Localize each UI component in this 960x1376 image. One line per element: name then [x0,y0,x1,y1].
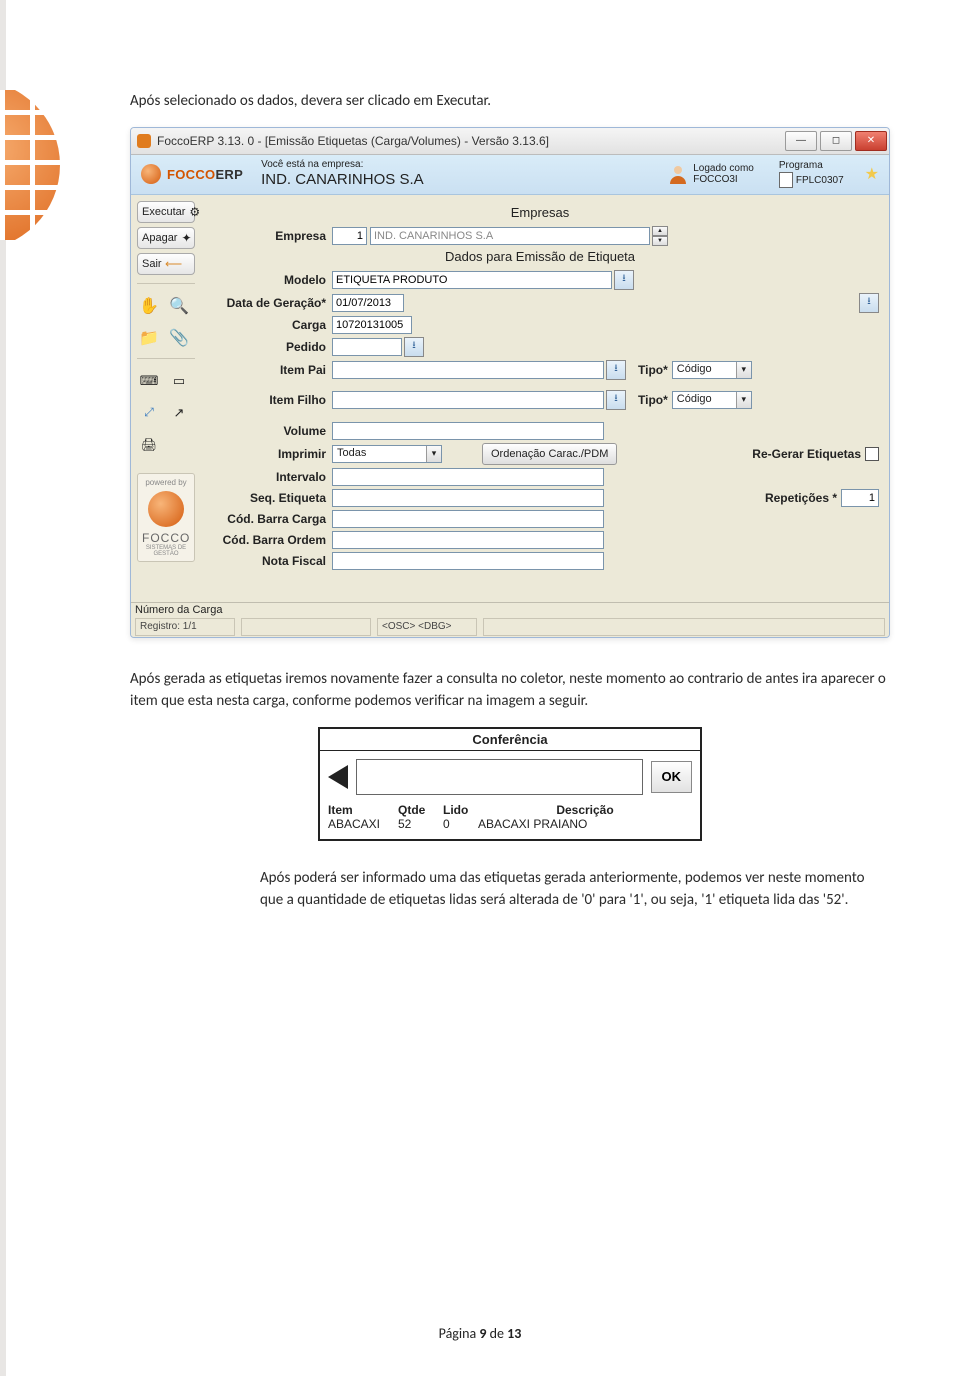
run-icon: ⚙ [189,204,200,220]
focco-logo-icon [148,491,184,527]
favorite-icon[interactable]: ★ [865,164,879,184]
empresa-num-input[interactable] [332,227,367,245]
ok-button[interactable]: OK [651,761,693,793]
close-button[interactable]: ✕ [855,131,887,151]
titlebar: FoccoERP 3.13. 0 - [Emissão Etiquetas (C… [131,128,889,155]
company-info: Você está na empresa: IND. CANARINHOS S.… [261,159,424,190]
section-empresas: Empresas [201,205,879,220]
app-header: FOCCOERP Você está na empresa: IND. CANA… [131,155,889,195]
minimize-button[interactable]: — [785,131,817,151]
document-icon [779,172,793,188]
back-arrow-icon: ⟵ [166,256,182,272]
volume-input[interactable] [332,422,604,440]
window-icon[interactable]: ▭ [167,369,191,393]
status-bar: Número da Carga Registro: 1/1 <OSC> <DBG… [131,602,889,637]
lookup-item-pai-button[interactable]: ⭳ [606,360,626,380]
empresa-nome-input[interactable] [370,227,650,245]
cod-barra-ordem-input[interactable] [332,531,604,549]
powered-by-card: powered by FOCCO SISTEMAS DE GESTÃO [137,473,195,562]
app-icon [137,134,151,148]
page-graphic [0,90,60,240]
sidebar: Executar⚙ Apagar✦ Sair⟵ ✋ 🔍 📁 📎 ⌨ ▭ ⤢ ↗ … [131,195,201,602]
paragraph-2: Após gerada as etiquetas iremos novament… [130,668,890,713]
search-icon[interactable]: 🔍 [167,294,191,318]
cod-barra-carga-input[interactable] [332,510,604,528]
conferencia-panel: Conferência OK Item Qtde Lido Descrição … [318,727,702,841]
regerar-checkbox[interactable] [865,447,879,461]
page-footer: Página 9 de 13 [0,1325,960,1342]
status-mode: <OSC> <DBG> [377,618,477,636]
folder-icon[interactable]: 📁 [137,326,161,350]
erase-icon: ✦ [181,230,191,246]
conf-table-row: ABACAXI 52 0 ABACAXI PRAIANO [328,817,692,831]
lookup-data-button[interactable]: ⭳ [859,293,879,313]
item-pai-input[interactable] [332,361,604,379]
conferencia-input[interactable] [356,759,643,795]
tipo-filho-select[interactable]: Código [672,391,752,409]
carga-input[interactable] [332,316,412,334]
imprimir-select[interactable]: Todas [332,445,442,463]
seq-etiqueta-input[interactable] [332,489,604,507]
brand-logo-icon [141,164,161,184]
lookup-item-filho-button[interactable]: ⭳ [606,390,626,410]
attachment-icon[interactable]: 📎 [167,326,191,350]
exit-button[interactable]: Sair⟵ [137,253,195,275]
spinner-up-icon[interactable]: ▲ [652,226,668,236]
clear-button[interactable]: Apagar✦ [137,227,195,249]
conf-table-header: Item Qtde Lido Descrição [328,803,692,817]
window-title: FoccoERP 3.13. 0 - [Emissão Etiquetas (C… [157,134,549,148]
export-icon[interactable]: ↗ [167,401,191,425]
form-area: Empresas Empresa ▲▼ Dados para Emissão d… [201,195,889,602]
repeticoes-input[interactable] [841,489,879,507]
item-filho-input[interactable] [332,391,604,409]
status-record: Registro: 1/1 [135,618,235,636]
brand-name: FOCCOERP [167,167,243,182]
modelo-input[interactable] [332,271,612,289]
spinner-down-icon[interactable]: ▼ [652,236,668,246]
intervalo-input[interactable] [332,468,604,486]
pedido-input[interactable] [332,338,402,356]
app-window: FoccoERP 3.13. 0 - [Emissão Etiquetas (C… [130,127,890,638]
lookup-modelo-button[interactable]: ⭳ [614,270,634,290]
ordenacao-pdm-button[interactable]: Ordenação Carac./PDM [482,443,617,465]
program-code[interactable]: FPLC0307 [779,172,844,188]
data-geracao-input[interactable] [332,294,404,312]
tipo-pai-select[interactable]: Código [672,361,752,379]
execute-button[interactable]: Executar⚙ [137,201,195,223]
user-icon [668,164,688,184]
conferencia-title: Conferência [320,729,700,751]
expand-icon[interactable]: ⤢ [137,401,161,425]
intro-paragraph: Após selecionado os dados, devera ser cl… [130,90,890,113]
back-triangle-icon[interactable] [328,765,348,789]
nota-fiscal-input[interactable] [332,552,604,570]
print-icon[interactable]: 🖨 [137,433,161,457]
hand-tool-icon[interactable]: ✋ [137,294,161,318]
section-dados: Dados para Emissão de Etiqueta [201,249,879,264]
lookup-pedido-button[interactable]: ⭳ [404,337,424,357]
keyboard-icon[interactable]: ⌨ [137,369,161,393]
maximize-button[interactable]: ◻ [820,131,852,151]
paragraph-3: Após poderá ser informado uma das etique… [260,867,890,912]
